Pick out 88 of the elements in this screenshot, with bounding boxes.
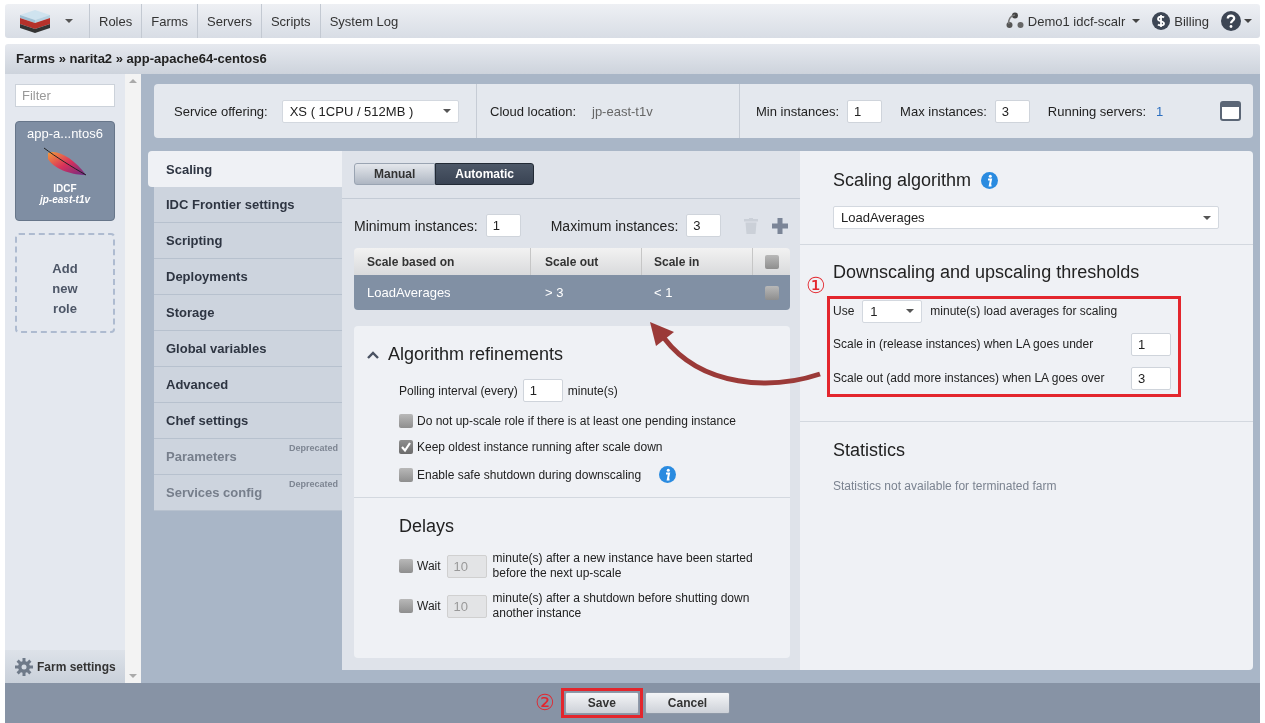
- scrollbar[interactable]: [125, 74, 141, 683]
- plus-icon[interactable]: [772, 217, 788, 234]
- account-icon: [1005, 12, 1024, 30]
- field-label: Use: [833, 304, 855, 318]
- input-field[interactable]: 1: [1131, 332, 1171, 356]
- statistics-message: Statistics not available for terminated farm: [833, 479, 1058, 493]
- dollar-icon: [1152, 12, 1171, 30]
- checkbox-label: Wait: [417, 559, 441, 573]
- settings-tab[interactable]: Scripting: [154, 223, 342, 259]
- field-label: Cloud location:: [490, 103, 576, 119]
- checkbox-label: Keep oldest instance running after scale down: [417, 440, 663, 454]
- field-label: Scale in (release instances) when LA goes under: [833, 337, 1094, 351]
- section-title: Scaling algorithm: [833, 170, 972, 191]
- nav-link[interactable]: System Log: [319, 4, 408, 38]
- checkbox-label: Enable safe shutdown during downscaling: [417, 467, 642, 482]
- nav-link[interactable]: Scripts: [260, 4, 320, 38]
- input-field[interactable]: 1: [485, 214, 521, 237]
- annotation-number: ②: [534, 690, 555, 716]
- input-field[interactable]: 3: [1131, 366, 1171, 390]
- window-icon[interactable]: [1220, 101, 1241, 121]
- algorithm-select[interactable]: LoadAverages: [833, 206, 1219, 229]
- section-title: Delays: [399, 516, 456, 537]
- checkbox-label: Do not up-scale role if there is at least one pending instance: [417, 414, 736, 428]
- checkbox[interactable]: [764, 285, 779, 300]
- section-title: Statistics: [833, 440, 907, 461]
- settings-tab[interactable]: Advanced: [154, 367, 342, 403]
- mode-toggle[interactable]: Manual: [354, 163, 436, 185]
- checkbox[interactable]: [399, 467, 413, 482]
- layers-logo-icon: [17, 9, 53, 33]
- settings-tab[interactable]: Deployments: [154, 259, 342, 295]
- annotation-number: ①: [806, 275, 826, 297]
- checkbox[interactable]: [399, 440, 413, 454]
- section-title: Algorithm refinements: [388, 344, 564, 365]
- field-label: Maximum instances:: [550, 217, 679, 234]
- nav-link[interactable]: Roles: [89, 4, 142, 38]
- delay-description: minute(s) after a new instance have been started before the next up-scale: [492, 551, 754, 581]
- deprecated-label: Deprecated: [288, 479, 338, 489]
- section-title: Downscaling and upscaling thresholds: [833, 262, 1140, 282]
- checkbox[interactable]: [764, 254, 779, 269]
- settings-tab[interactable]: Chef settings: [154, 403, 342, 439]
- unit-label: minute(s): [567, 383, 618, 398]
- billing-link[interactable]: Billing: [1152, 12, 1209, 30]
- delay-description: minute(s) after a shutdown before shutting down another instance: [492, 591, 751, 621]
- field-value: 1: [1156, 103, 1164, 119]
- checkbox[interactable]: [399, 414, 413, 428]
- input-field[interactable]: 3: [994, 99, 1030, 123]
- field-label: Scale out (add more instances) when LA goes over: [833, 371, 1105, 385]
- info-icon[interactable]: [981, 172, 999, 189]
- role-cloud: IDCF: [53, 183, 77, 194]
- field-value: jp-east-t1v: [592, 103, 653, 119]
- input-field[interactable]: 1: [847, 99, 883, 123]
- mode-toggle[interactable]: Automatic: [435, 163, 534, 185]
- collapse-icon[interactable]: [367, 350, 379, 359]
- field-label: Service offering:: [174, 103, 268, 119]
- filter-field[interactable]: Filter: [15, 84, 115, 107]
- field-label: Min instances:: [756, 103, 840, 119]
- footer-button[interactable]: Save: [564, 692, 639, 714]
- gear-icon: [15, 657, 33, 676]
- field-label: Running servers:: [1047, 103, 1147, 119]
- period-select[interactable]: 1: [862, 299, 923, 323]
- table-cell-text: > 3: [544, 284, 565, 302]
- input-field[interactable]: 3: [686, 214, 722, 237]
- farm-settings-button[interactable]: Farm settings: [5, 650, 125, 683]
- input-field[interactable]: 1: [522, 379, 563, 402]
- table-cell-text: LoadAverages: [366, 284, 452, 302]
- account-menu[interactable]: Demo1 idcf-scalr: [1005, 12, 1141, 30]
- field-label: minute(s) load averages for scaling: [930, 304, 1118, 318]
- breadcrumb: Farms » narita2 » app-apache64-centos6: [5, 44, 1260, 74]
- nav-link[interactable]: Servers: [197, 4, 261, 38]
- settings-tab[interactable]: IDC Frontier settings: [154, 187, 342, 223]
- help-menu[interactable]: [1221, 11, 1252, 31]
- info-icon[interactable]: [659, 466, 677, 483]
- settings-tab[interactable]: Storage: [154, 295, 342, 331]
- nav-link[interactable]: Farms: [141, 4, 198, 38]
- settings-tab[interactable]: Scaling: [148, 151, 342, 187]
- add-role-button[interactable]: Add new role: [15, 233, 115, 333]
- field-label: Minimum instances:: [354, 217, 478, 234]
- help-icon: [1221, 11, 1241, 31]
- settings-tab[interactable]: Global variables: [154, 331, 342, 367]
- role-name: app-a...ntos6: [27, 126, 103, 141]
- footer-button[interactable]: Cancel: [644, 692, 731, 714]
- table-cell-text: < 1: [653, 284, 674, 302]
- field-label: Max instances:: [900, 103, 987, 119]
- deprecated-label: Deprecated: [288, 443, 338, 453]
- service-offering-select[interactable]: XS ( 1CPU / 512MB ): [281, 99, 459, 123]
- field-label: Polling interval (every): [399, 383, 518, 398]
- role-location: jp-east-t1v: [40, 194, 90, 205]
- checkbox-label: Wait: [417, 599, 441, 613]
